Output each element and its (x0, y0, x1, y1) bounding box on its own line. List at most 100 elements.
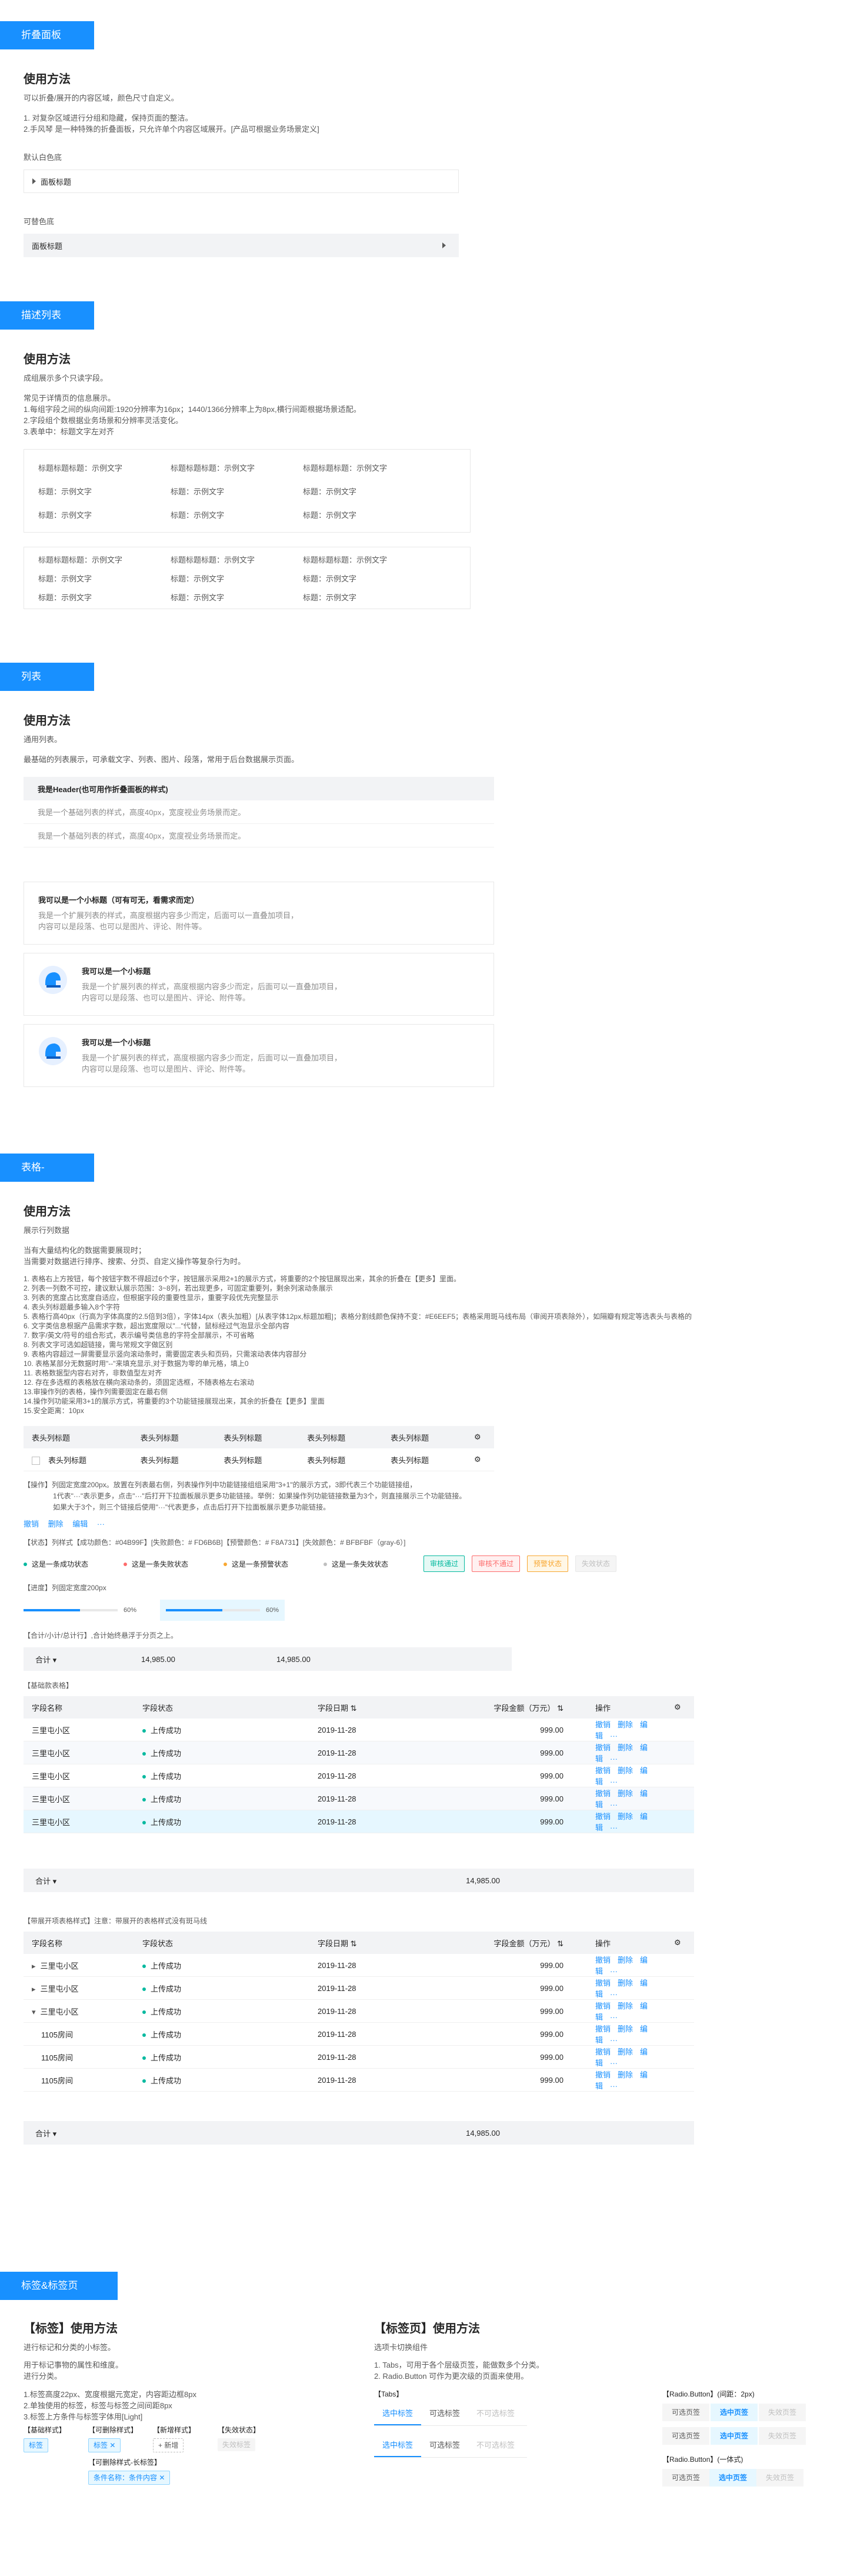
chevron-down-icon[interactable]: ▾ (53, 2129, 57, 2138)
status-title: 【状态】列样式【成功颜色：#04B99F】[失败颜色：# FD6B6B]【预警颜… (24, 1538, 406, 1547)
op-links: 撤销 删除 编辑 ··· (24, 1518, 835, 1529)
more-link[interactable]: ··· (97, 1520, 105, 1528)
row-checkbox[interactable] (32, 1457, 40, 1465)
demo-cell: 表头列标题 (382, 1448, 466, 1471)
delete-link[interactable]: 删除 (618, 2047, 633, 2056)
more-link[interactable]: ··· (610, 1823, 618, 1832)
collapse-panel-default[interactable]: 面板标题 (24, 169, 459, 193)
table-row[interactable]: ▸ 三里屯小区 上传成功 2019-11-28 999.00 撤销 删除 编辑 ··· (24, 1954, 694, 1977)
settings-icon[interactable]: ⚙ (666, 1932, 694, 1954)
table-row[interactable]: 三里屯小区 上传成功 2019-11-28 999.00 撤销 删除 编辑 ··· (24, 1764, 694, 1787)
close-icon[interactable]: ✕ (159, 2474, 165, 2482)
list-item[interactable]: 我是一个基础列表的样式，高度40px，宽度视业务场景而定。 (24, 800, 494, 824)
more-link[interactable]: ··· (610, 2013, 618, 2022)
table-row[interactable]: 1105房间 上传成功 2019-11-28 999.00 撤销 删除 编辑 ··· (24, 2068, 694, 2092)
panel-title: 面板标题 (41, 177, 72, 187)
panel-title: 面板标题 (32, 241, 63, 251)
expand-icon[interactable]: ▸ (32, 1962, 36, 1970)
table-row[interactable]: 三里屯小区 上传成功 2019-11-28 999.00 撤销 删除 编辑 ··· (24, 1741, 694, 1764)
revoke-link[interactable]: 撤销 (595, 1743, 611, 1752)
radio-optional[interactable]: 可选页签 (662, 2427, 710, 2445)
desc-item: 标题标题标题：示例文字 (303, 463, 388, 473)
more-link[interactable]: ··· (610, 1731, 618, 1740)
settings-icon[interactable]: ⚙ (466, 1448, 494, 1471)
delete-link[interactable]: 删除 (618, 1743, 633, 1752)
sort-icon[interactable]: ⇅ (557, 1939, 563, 1948)
settings-icon[interactable]: ⚙ (666, 1696, 694, 1719)
table-row[interactable]: 1105房间 上传成功 2019-11-28 999.00 撤销 删除 编辑 ··· (24, 2045, 694, 2069)
table-row[interactable]: 三里屯小区 上传成功 2019-11-28 999.00 撤销 删除 编辑 ··· (24, 1810, 694, 1833)
sort-icon[interactable]: ⇅ (557, 1704, 563, 1713)
more-link[interactable]: ··· (610, 1800, 618, 1809)
tab-selected[interactable]: 选中标签 (374, 2433, 422, 2457)
delete-link[interactable]: 删除 (618, 1979, 633, 1987)
tag-basic[interactable]: 标签 (24, 2438, 49, 2452)
chevron-down-icon[interactable]: ▾ (53, 1877, 57, 1886)
collapse-icon[interactable]: ▾ (32, 2007, 36, 2016)
tab-optional[interactable]: 可选标签 (421, 2433, 468, 2457)
op-note: 1代表"···"表示更多，点击"···"后打开下拉面板展示更多功能链接。举例：如… (53, 1492, 466, 1500)
revoke-link[interactable]: 撤销 (595, 2025, 611, 2033)
expand-icon[interactable]: ▸ (32, 1985, 36, 1993)
revoke-link[interactable]: 撤销 (595, 1979, 611, 1987)
revoke-link[interactable]: 撤销 (24, 1520, 39, 1528)
table-row[interactable]: 1105房间 上传成功 2019-11-28 999.00 撤销 删除 编辑 ··· (24, 2022, 694, 2046)
list-card[interactable]: 我可以是一个小标题 我是一个扩展列表的样式，高度根据内容多少而定，后面可以一直叠… (24, 953, 494, 1016)
delete-link[interactable]: 删除 (618, 1766, 633, 1775)
revoke-link[interactable]: 撤销 (595, 2047, 611, 2056)
delete-link[interactable]: 删除 (618, 1789, 633, 1798)
delete-link[interactable]: 删除 (618, 2025, 633, 2033)
more-link[interactable]: ··· (610, 2036, 618, 2045)
delete-link[interactable]: 删除 (618, 1956, 633, 1965)
radio-selected[interactable]: 选中页签 (711, 2427, 758, 2445)
table-title: 使用方法 (24, 1205, 71, 1218)
delete-link[interactable]: 删除 (618, 1812, 633, 1821)
basic-title: 【基础款表格】 (24, 1681, 74, 1690)
table-row[interactable]: ▾ 三里屯小区 上传成功 2019-11-28 999.00 撤销 删除 编辑 ··· (24, 1999, 694, 2023)
radio-optional[interactable]: 可选页签 (662, 2404, 710, 2421)
settings-icon[interactable]: ⚙ (466, 1426, 494, 1448)
more-link[interactable]: ··· (610, 1777, 618, 1786)
chevron-down-icon[interactable]: ▾ (53, 1656, 57, 1664)
radio-selected[interactable]: 选中页签 (711, 2404, 758, 2421)
delete-link[interactable]: 删除 (618, 2002, 633, 2010)
list-item[interactable]: 我是一个基础列表的样式，高度40px，宽度视业务场景而定。 (24, 824, 494, 847)
list-card[interactable]: 我可以是一个小标题（可有可无，看需求而定） 我是一个扩展列表的样式，高度根据内容… (24, 882, 494, 945)
total-value: 14,985.00 (276, 1654, 311, 1664)
revoke-link[interactable]: 撤销 (595, 1766, 611, 1775)
more-link[interactable]: ··· (610, 1990, 618, 1999)
revoke-link[interactable]: 撤销 (595, 2070, 611, 2079)
desc-note: 2.字段组个数根据业务场景和分辨率灵活变化。 (24, 416, 183, 425)
collapse-panel-alt[interactable]: 面板标题 (24, 234, 459, 257)
revoke-link[interactable]: 撤销 (595, 1789, 611, 1798)
sort-icon[interactable]: ⇅ (351, 1939, 357, 1948)
revoke-link[interactable]: 撤销 (595, 1956, 611, 1965)
delete-link[interactable]: 删除 (618, 1720, 633, 1729)
more-link[interactable]: ··· (610, 1967, 618, 1976)
success-dot-icon (142, 2010, 146, 2015)
cell-status: 上传成功 (151, 1771, 182, 1781)
desc-note: 常见于详情页的信息展示。 (24, 394, 116, 403)
radio-optional[interactable]: 可选页签 (662, 2469, 710, 2487)
more-link[interactable]: ··· (610, 2082, 618, 2090)
revoke-link[interactable]: 撤销 (595, 1720, 611, 1729)
success-dot-icon (142, 1798, 146, 1802)
tab-selected[interactable]: 选中标签 (374, 2401, 422, 2425)
table-row[interactable]: 三里屯小区 上传成功 2019-11-28 999.00 撤销 删除 编辑 ··· (24, 1719, 694, 1741)
delete-link[interactable]: 删除 (48, 1520, 64, 1528)
table-row[interactable]: 三里屯小区 上传成功 2019-11-28 999.00 撤销 删除 编辑 ··· (24, 1787, 694, 1810)
more-link[interactable]: ··· (610, 1754, 618, 1763)
revoke-link[interactable]: 撤销 (595, 2002, 611, 2010)
more-link[interactable]: ··· (610, 2059, 618, 2068)
tag-add-button[interactable]: + 新增 (153, 2438, 184, 2452)
sort-icon[interactable]: ⇅ (351, 1704, 357, 1713)
radio-selected[interactable]: 选中页签 (709, 2469, 757, 2487)
revoke-link[interactable]: 撤销 (595, 1812, 611, 1821)
delete-link[interactable]: 删除 (618, 2070, 633, 2079)
edit-link[interactable]: 编辑 (72, 1520, 88, 1528)
status-item: 这是一条失败状态 (124, 1559, 224, 1569)
list-card[interactable]: 我可以是一个小标题 我是一个扩展列表的样式，高度根据内容多少而定，后面可以一直叠… (24, 1024, 494, 1087)
tab-optional[interactable]: 可选标签 (421, 2401, 468, 2425)
table-row[interactable]: ▸ 三里屯小区 上传成功 2019-11-28 999.00 撤销 删除 编辑 ··· (24, 1976, 694, 2000)
close-icon[interactable]: ✕ (109, 2441, 115, 2449)
